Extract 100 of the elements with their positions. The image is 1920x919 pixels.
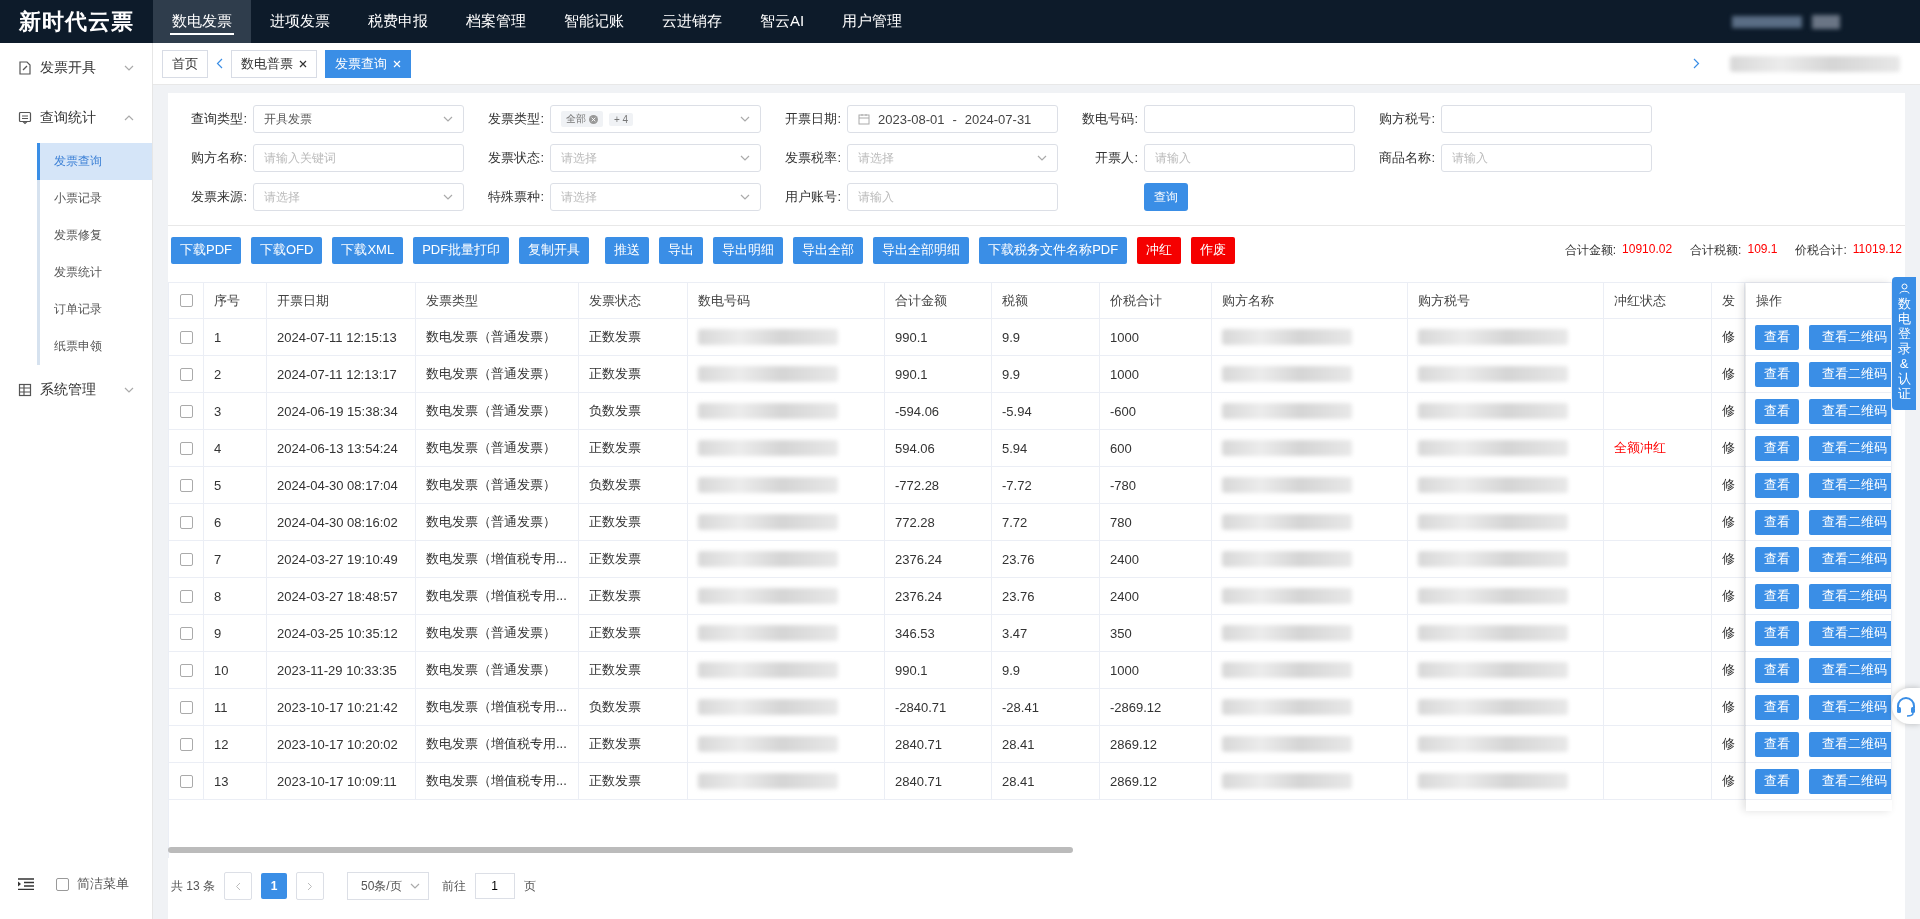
row-action-button[interactable]: 查看二维码: [1809, 657, 1891, 683]
nav-tab[interactable]: 税费申报: [349, 0, 447, 43]
action-button[interactable]: 推送: [605, 236, 650, 264]
page-button[interactable]: 1: [261, 873, 287, 899]
select-field[interactable]: 开具发票: [253, 105, 464, 133]
row-action-button[interactable]: 查看: [1755, 694, 1799, 720]
row-action-button[interactable]: 查看二维码: [1809, 472, 1891, 498]
row-checkbox[interactable]: [180, 589, 193, 603]
nav-tab[interactable]: 智能记账: [545, 0, 643, 43]
date-range-field[interactable]: 2023-08-01 - 2024-07-31: [847, 105, 1058, 133]
row-action-button[interactable]: 查看: [1755, 583, 1799, 609]
row-action-button[interactable]: 查看: [1755, 398, 1799, 424]
nav-tab[interactable]: 数电发票: [153, 0, 251, 43]
menu-indent-icon[interactable]: [18, 878, 34, 890]
row-action-button[interactable]: 查看二维码: [1809, 620, 1891, 646]
nav-tab[interactable]: 用户管理: [823, 0, 922, 43]
menu-item[interactable]: 发票查询: [37, 143, 152, 180]
page-tab[interactable]: 数电普票: [231, 49, 317, 78]
row-action-button[interactable]: 查看: [1755, 361, 1799, 387]
input-field[interactable]: [1144, 105, 1355, 133]
query-button[interactable]: 查询: [1144, 183, 1188, 211]
input-field[interactable]: 请输入关键词: [253, 144, 464, 172]
row-action-button[interactable]: 查看: [1755, 768, 1799, 794]
row-action-button[interactable]: 查看: [1755, 657, 1799, 683]
row-checkbox[interactable]: [180, 441, 193, 455]
page-tab[interactable]: 发票查询: [325, 49, 411, 78]
row-action-button[interactable]: 查看二维码: [1809, 768, 1891, 794]
row-action-button[interactable]: 查看二维码: [1809, 435, 1891, 461]
row-checkbox[interactable]: [180, 330, 193, 344]
menu-group[interactable]: 查询统计: [0, 93, 152, 143]
action-button[interactable]: 下载OFD: [251, 236, 323, 264]
menu-item[interactable]: 订单记录: [40, 291, 152, 328]
next-page-button[interactable]: [296, 872, 324, 900]
select-field[interactable]: 请选择: [253, 183, 464, 211]
row-checkbox[interactable]: [180, 404, 193, 418]
action-button[interactable]: 下载税务文件名称PDF: [979, 236, 1128, 264]
row-action-button[interactable]: 查看二维码: [1809, 694, 1891, 720]
row-action-button[interactable]: 查看二维码: [1809, 324, 1891, 350]
nav-tab[interactable]: 云进销存: [643, 0, 741, 43]
nav-tab[interactable]: 档案管理: [447, 0, 545, 43]
chevron-right-icon[interactable]: [1693, 58, 1700, 69]
row-action-button[interactable]: 查看: [1755, 731, 1799, 757]
menu-item[interactable]: 纸票申领: [40, 328, 152, 365]
horizontal-scrollbar[interactable]: [168, 847, 1073, 853]
menu-item[interactable]: 发票统计: [40, 254, 152, 291]
action-button[interactable]: PDF批量打印: [413, 236, 510, 264]
row-checkbox[interactable]: [180, 478, 193, 492]
row-checkbox[interactable]: [180, 515, 193, 529]
input-field[interactable]: [1441, 105, 1652, 133]
select-all-checkbox[interactable]: [180, 294, 193, 307]
simple-menu-checkbox[interactable]: 简洁菜单: [56, 875, 129, 893]
row-checkbox[interactable]: [180, 737, 193, 751]
menu-item[interactable]: 发票修复: [40, 217, 152, 254]
close-icon[interactable]: [299, 59, 307, 68]
row-action-button[interactable]: 查看: [1755, 472, 1799, 498]
action-button[interactable]: 导出明细: [713, 236, 784, 264]
select-field[interactable]: 请选择: [847, 144, 1058, 172]
chevron-left-icon[interactable]: [216, 58, 223, 69]
prev-page-button[interactable]: [224, 872, 252, 900]
action-button[interactable]: 冲红: [1137, 236, 1182, 264]
page-tab[interactable]: 首页: [162, 49, 208, 78]
page-size-select[interactable]: 50条/页: [347, 872, 429, 900]
select-field[interactable]: 全部 + 4: [550, 105, 761, 133]
menu-group[interactable]: 发票开具: [0, 43, 152, 93]
row-checkbox[interactable]: [180, 663, 193, 677]
row-checkbox[interactable]: [180, 552, 193, 566]
row-action-button[interactable]: 查看: [1755, 620, 1799, 646]
action-button[interactable]: 导出: [659, 236, 704, 264]
menu-group[interactable]: 系统管理: [0, 365, 152, 415]
action-button[interactable]: 复制开具: [519, 236, 590, 264]
action-button[interactable]: 下载XML: [332, 236, 404, 264]
row-checkbox[interactable]: [180, 774, 193, 788]
row-checkbox[interactable]: [180, 367, 193, 381]
row-action-button[interactable]: 查看二维码: [1809, 509, 1891, 535]
row-action-button[interactable]: 查看: [1755, 435, 1799, 461]
row-action-button[interactable]: 查看: [1755, 324, 1799, 350]
action-button[interactable]: 导出全部明细: [873, 236, 970, 264]
action-button[interactable]: 作废: [1191, 236, 1236, 264]
row-action-button[interactable]: 查看: [1755, 509, 1799, 535]
input-field[interactable]: 请输入: [1441, 144, 1652, 172]
row-checkbox[interactable]: [180, 700, 193, 714]
action-button[interactable]: 导出全部: [793, 236, 864, 264]
row-checkbox[interactable]: [180, 626, 193, 640]
row-action-button[interactable]: 查看二维码: [1809, 731, 1891, 757]
row-action-button[interactable]: 查看二维码: [1809, 361, 1891, 387]
action-button[interactable]: 下载PDF: [171, 236, 241, 264]
row-action-button[interactable]: 查看: [1755, 546, 1799, 572]
row-action-button[interactable]: 查看二维码: [1809, 546, 1891, 572]
nav-tab[interactable]: 智云AI: [741, 0, 824, 43]
input-field[interactable]: 请输入: [1144, 144, 1355, 172]
row-action-button[interactable]: 查看二维码: [1809, 583, 1891, 609]
login-side-tab[interactable]: 数电登录&认证: [1892, 277, 1916, 410]
page-input[interactable]: 1: [474, 873, 515, 899]
nav-tab[interactable]: 进项发票: [251, 0, 349, 43]
input-field[interactable]: 请输入: [847, 183, 1058, 211]
row-action-button[interactable]: 查看二维码: [1809, 398, 1891, 424]
select-field[interactable]: 请选择: [550, 144, 761, 172]
select-field[interactable]: 请选择: [550, 183, 761, 211]
close-circle-icon[interactable]: [589, 114, 598, 124]
menu-item[interactable]: 小票记录: [40, 180, 152, 217]
